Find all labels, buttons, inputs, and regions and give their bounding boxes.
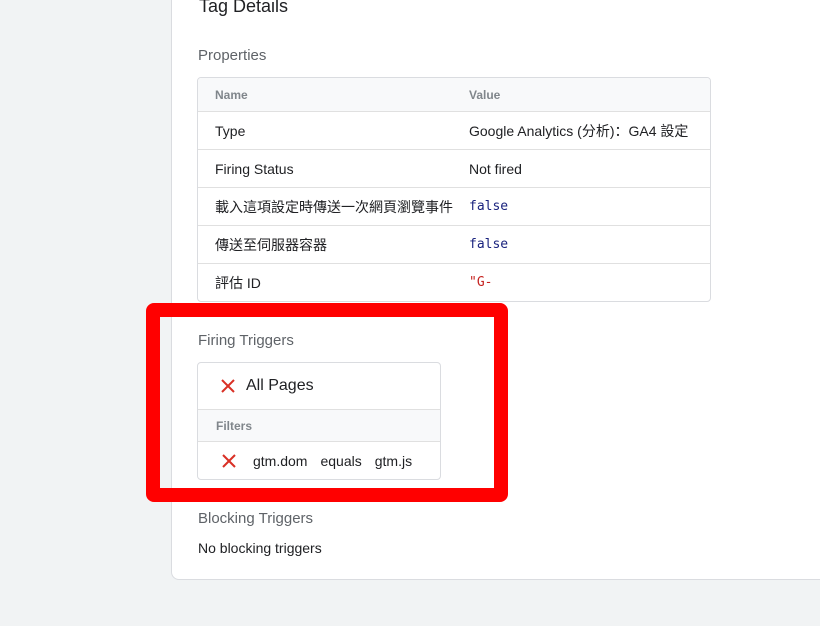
page-title: Tag Details [199, 0, 289, 16]
table-row: 評估 ID "G- [198, 263, 710, 301]
property-value: Not fired [469, 160, 522, 177]
properties-table: Name Value Type Google Analytics (分析)：GA… [197, 77, 711, 302]
property-value: false [469, 199, 509, 214]
property-name: 傳送至伺服器容器 [215, 236, 327, 253]
property-value: Google Analytics (分析)：GA4 設定 [469, 122, 689, 139]
property-value: false [469, 237, 509, 252]
table-row: Type Google Analytics (分析)：GA4 設定 [198, 111, 710, 149]
table-row: 載入這項設定時傳送一次網頁瀏覽事件 false [198, 187, 710, 225]
highlight-box [146, 303, 508, 502]
property-name: 載入這項設定時傳送一次網頁瀏覽事件 [215, 198, 453, 215]
table-row: 傳送至伺服器容器 false [198, 225, 710, 263]
properties-section-title: Properties [198, 47, 267, 64]
table-header-row: Name Value [198, 78, 710, 111]
property-name: Type [215, 122, 246, 139]
no-blocking-triggers-text: No blocking triggers [198, 540, 322, 556]
property-name: Firing Status [215, 160, 294, 177]
blocking-triggers-section-title: Blocking Triggers [198, 510, 314, 527]
tag-details-page: Tag Details Properties Name Value Type G… [0, 0, 820, 626]
property-value: "G- [469, 275, 493, 290]
column-header-value: Value [469, 87, 501, 102]
property-name: 評估 ID [215, 274, 261, 291]
column-header-name: Name [215, 87, 248, 102]
table-row: Firing Status Not fired [198, 149, 710, 187]
